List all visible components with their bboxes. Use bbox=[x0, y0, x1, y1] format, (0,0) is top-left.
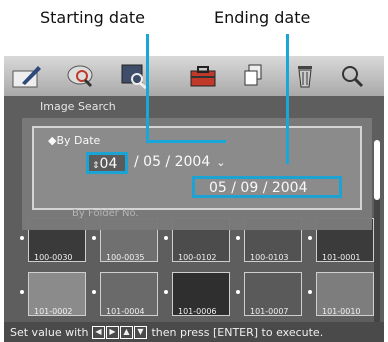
up-arrow-key-icon: ▲ bbox=[119, 325, 133, 339]
status-middle: then press bbox=[151, 325, 210, 339]
scroll-thumb[interactable] bbox=[374, 140, 380, 200]
magnifier-search-icon[interactable] bbox=[66, 62, 96, 90]
copy-icon[interactable] bbox=[240, 62, 270, 90]
thumbnail-label: 101-0007 bbox=[250, 307, 289, 316]
date-search-panel: ◆By Date ⇕04 / 05 / 2004 ⌄ 05 / 09 / 2004 bbox=[32, 126, 362, 210]
selection-dot bbox=[92, 236, 96, 240]
zoom-icon[interactable] bbox=[338, 62, 368, 90]
start-month-year-field[interactable]: / 05 / 2004 ⌄ bbox=[134, 154, 225, 170]
selection-dot bbox=[308, 236, 312, 240]
ending-date-callout-label: Ending date bbox=[214, 8, 311, 27]
selection-dot bbox=[308, 290, 312, 294]
up-down-arrows-icon: ⇕ bbox=[92, 161, 100, 171]
start-day-value: 04 bbox=[99, 156, 118, 172]
selection-dot bbox=[20, 290, 24, 294]
trash-icon[interactable] bbox=[290, 62, 320, 90]
by-folder-menu-item: By Folder No. bbox=[72, 208, 139, 219]
pen-icon[interactable] bbox=[12, 62, 42, 90]
chevron-down-icon: ⌄ bbox=[216, 156, 226, 169]
start-month-year-value: / 05 / 2004 bbox=[134, 154, 211, 170]
left-arrow-key-icon: ◀ bbox=[91, 325, 105, 339]
selection-dot bbox=[164, 290, 168, 294]
by-date-heading: ◆By Date bbox=[48, 134, 101, 147]
thumbnail-label: 100-0035 bbox=[106, 253, 145, 262]
thumbnail-label: 101-0002 bbox=[34, 307, 73, 316]
status-bar: Set value with ◀ ▶ ▲ ▼ then press [ENTER… bbox=[4, 322, 384, 342]
starting-date-callout-label: Starting date bbox=[40, 8, 145, 27]
thumbnail-label: 101-0010 bbox=[322, 307, 361, 316]
image-search-menu-title: Image Search bbox=[40, 100, 116, 113]
camera-screen: Image Search 100-0030 100-0035 100-0102 … bbox=[4, 56, 384, 342]
status-suffix: to execute. bbox=[261, 325, 324, 339]
ending-date-callout-line bbox=[286, 34, 289, 164]
toolbar bbox=[4, 56, 384, 96]
starting-date-callout-line-horizontal bbox=[146, 140, 226, 143]
right-arrow-key-icon: ▶ bbox=[105, 325, 119, 339]
thumbnail-area: Image Search 100-0030 100-0035 100-0102 … bbox=[4, 96, 384, 324]
enter-key-label: [ENTER] bbox=[212, 325, 259, 339]
thumbnail-label: 101-0006 bbox=[178, 307, 217, 316]
selection-dot bbox=[236, 290, 240, 294]
end-date-field[interactable]: 05 / 09 / 2004 bbox=[192, 176, 342, 198]
selection-dot bbox=[164, 236, 168, 240]
thumbnail-label: 100-0102 bbox=[178, 253, 217, 262]
thumbnail-label: 100-0103 bbox=[250, 253, 289, 262]
selection-dot bbox=[20, 236, 24, 240]
scrollbar[interactable] bbox=[374, 140, 380, 324]
selection-dot bbox=[236, 236, 240, 240]
date-search-dialog: ◆By Date ⇕04 / 05 / 2004 ⌄ 05 / 09 / 2004… bbox=[22, 118, 372, 230]
thumbnail-label: 101-0004 bbox=[106, 307, 145, 316]
down-arrow-key-icon: ▼ bbox=[133, 325, 147, 339]
thumbnail-label: 101-0001 bbox=[322, 253, 361, 262]
thumbnail-label: 100-0030 bbox=[34, 253, 73, 262]
starting-date-callout-line bbox=[146, 34, 149, 142]
toolbox-icon[interactable] bbox=[188, 62, 218, 90]
start-day-field[interactable]: ⇕04 bbox=[86, 152, 128, 174]
status-prefix: Set value with bbox=[10, 325, 89, 339]
end-date-value: 05 / 09 / 2004 bbox=[209, 180, 308, 196]
selection-dot bbox=[92, 290, 96, 294]
